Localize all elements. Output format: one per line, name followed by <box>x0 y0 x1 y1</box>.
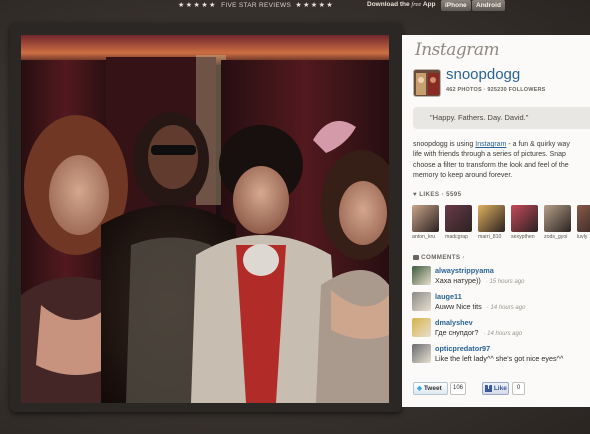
liker-name[interactable]: anton_kru <box>412 234 444 240</box>
liker-name[interactable]: sexypthen <box>511 234 543 240</box>
comment-time: · 14 hours ago <box>486 305 526 311</box>
iphone-button[interactable]: iPhone <box>441 0 471 11</box>
comment-icon <box>413 254 419 260</box>
reviews-label: FIVE STAR REVIEWS <box>221 2 292 9</box>
liker-item[interactable]: luvly <box>577 205 590 240</box>
comment-text: Auww Nice tits · 14 hours ago <box>435 302 526 311</box>
comment-item: alwaystrippyama Хаха натуре)) · 15 hours a… <box>412 266 590 288</box>
comment-text: Хаха натуре)) · 15 hours ago <box>435 276 525 285</box>
profile-avatar[interactable] <box>413 69 441 97</box>
commenter-avatar[interactable] <box>412 266 431 285</box>
liker-item[interactable]: sexypthen <box>511 205 538 240</box>
comments-header: COMMENTS · <box>413 254 465 261</box>
heart-icon: ♥ <box>413 191 418 198</box>
liker-avatar[interactable] <box>511 205 538 232</box>
profile-stats: 462 PHOTOS · 925230 FOLLOWERS <box>446 87 546 93</box>
liker-name[interactable]: madcgrap <box>445 234 477 240</box>
commenter-username[interactable]: lauge11 <box>435 292 462 301</box>
liker-avatar[interactable] <box>412 205 439 232</box>
facebook-icon: f <box>485 384 492 392</box>
liker-avatar[interactable] <box>544 205 571 232</box>
download-app-text: Download the free App <box>367 1 436 8</box>
liker-name[interactable]: marri_810 <box>478 234 510 240</box>
tweet-button[interactable]: ◆ Tweet <box>413 382 448 395</box>
comment-time: · 15 hours ago <box>485 279 525 285</box>
liker-name[interactable]: zods_gyoi <box>544 234 576 240</box>
liker-name[interactable]: luvly <box>577 234 590 240</box>
avatar-image <box>414 70 440 96</box>
instagram-panel: Instagram snoopdogg 462 PHOTOS · 925230 … <box>402 35 590 407</box>
android-button[interactable]: Android <box>472 0 505 11</box>
instagram-photo[interactable] <box>21 35 389 403</box>
instagram-link[interactable]: Instagram <box>475 141 506 148</box>
likes-header: ♥ LIKES · 5595 <box>413 191 462 198</box>
comment-item: lauge11 Auww Nice tits · 14 hours ago <box>412 292 590 314</box>
comment-time: · 14 hours ago <box>483 331 523 337</box>
liker-avatar[interactable] <box>577 205 590 232</box>
tweet-count: 106 <box>450 382 466 395</box>
liker-avatar[interactable] <box>478 205 505 232</box>
party-photo-image <box>21 35 389 403</box>
top-bar: ★★★★★ FIVE STAR REVIEWS ★★★★★ Download t… <box>0 0 590 13</box>
likers-list: anton_kru madcgrap marri_810 sexypthen zods_… <box>412 205 590 245</box>
five-star-reviews: ★★★★★ FIVE STAR REVIEWS ★★★★★ <box>178 1 334 9</box>
profile-username[interactable]: snoopdogg <box>446 66 520 83</box>
comment-item: dmalyshev Где снупдог? · 14 hours ago <box>412 318 590 340</box>
facebook-like-button[interactable]: f Like <box>482 382 509 395</box>
stars-left: ★★★★★ <box>178 2 217 9</box>
liker-item[interactable]: marri_810 <box>478 205 505 240</box>
comments-label: COMMENTS · <box>421 254 465 261</box>
liker-item[interactable]: madcgrap <box>445 205 472 240</box>
commenter-username[interactable]: dmalyshev <box>435 318 473 327</box>
twitter-bird-icon: ◆ <box>417 385 422 392</box>
instagram-logo[interactable]: Instagram <box>415 40 500 60</box>
comment-item: opticpredator97 Like the left lady^^ she'… <box>412 344 590 366</box>
likes-count-label: LIKES · 5595 <box>419 191 462 198</box>
commenter-username[interactable]: opticpredator97 <box>435 344 490 353</box>
stars-right: ★★★★★ <box>295 2 335 9</box>
commenter-username[interactable]: alwaystrippyama <box>435 266 494 275</box>
facebook-like-count: 0 <box>512 382 525 395</box>
commenter-avatar[interactable] <box>412 318 431 337</box>
app-description: snoopdogg is using Instagram - a fun & q… <box>413 141 570 179</box>
commenter-avatar[interactable] <box>412 292 431 311</box>
commenter-avatar[interactable] <box>412 344 431 363</box>
liker-avatar[interactable] <box>445 205 472 232</box>
comment-text: Где снупдог? · 14 hours ago <box>435 328 523 337</box>
liker-item[interactable]: zods_gyoi <box>544 205 571 240</box>
liker-item[interactable]: anton_kru <box>412 205 439 240</box>
photo-caption: "Happy. Fathers. Day. David." <box>413 107 590 129</box>
comment-text: Like the left lady^^ she's got nice eyes… <box>435 354 564 363</box>
